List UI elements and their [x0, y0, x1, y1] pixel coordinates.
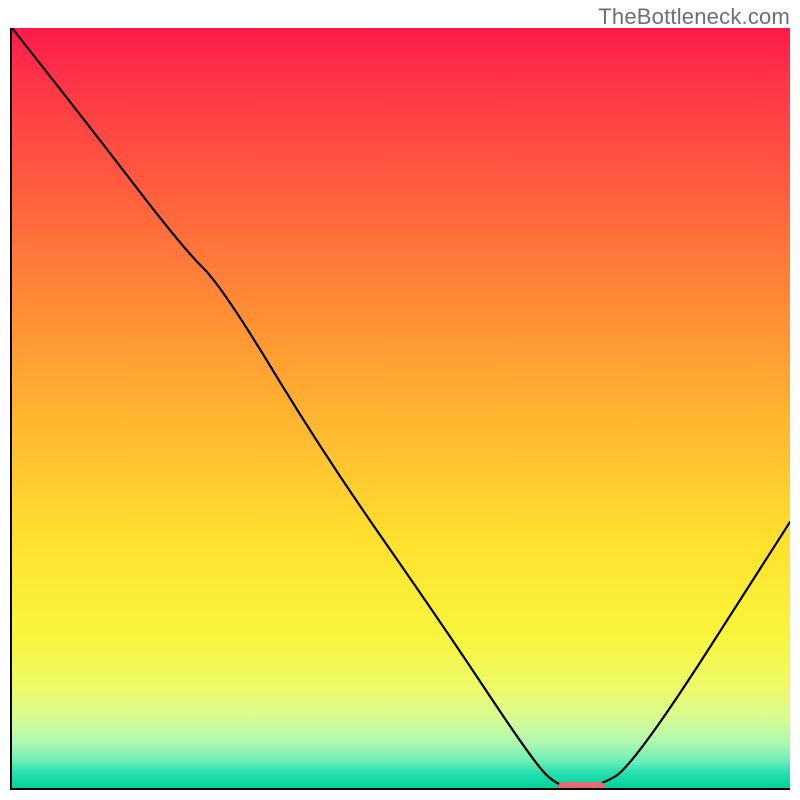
- attribution-text: TheBottleneck.com: [598, 4, 790, 30]
- plot-area: [10, 28, 790, 790]
- bottleneck-gradient-background: [12, 28, 790, 788]
- chart-container: TheBottleneck.com: [0, 0, 800, 800]
- optimal-range-marker: [558, 782, 605, 790]
